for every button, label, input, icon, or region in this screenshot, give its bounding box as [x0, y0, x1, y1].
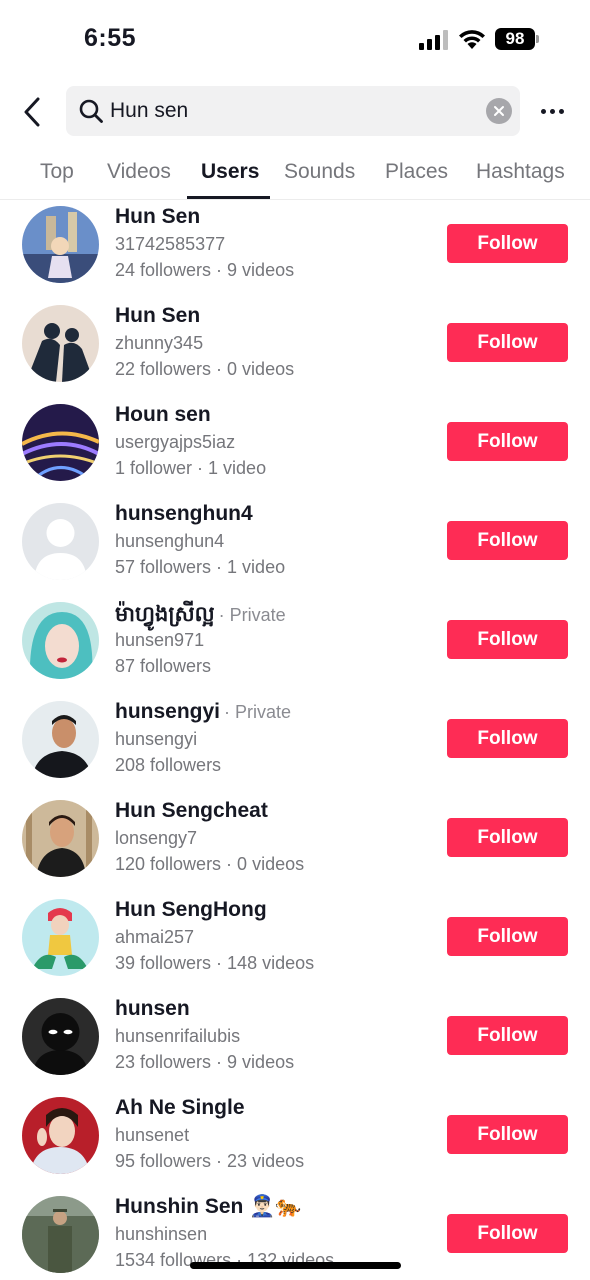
user-stats: 95 followers · 23 videos [115, 1151, 305, 1171]
user-handle: usergyajps5iaz [115, 432, 236, 452]
follow-button[interactable]: Follow [447, 620, 568, 659]
user-row[interactable]: Hun Sengcheat lonsengy7 120 followers · … [0, 794, 590, 893]
avatar[interactable] [22, 305, 99, 382]
battery-icon: 98 [495, 28, 539, 50]
user-handle: hunsen971 [115, 630, 205, 650]
follow-button[interactable]: Follow [447, 224, 568, 263]
user-stats: 24 followers · 9 videos [115, 260, 295, 280]
private-tag: · Private [218, 605, 286, 625]
user-display-name: Hun Sen [115, 304, 201, 327]
user-stats: 1 follower · 1 video [115, 458, 267, 478]
user-display-name: hunsen [115, 997, 190, 1020]
user-display-name: Hunshin Sen 👮🏻‍♂️🐅 [115, 1195, 302, 1218]
tab-top[interactable]: Top [40, 160, 74, 184]
user-handle: ahmai257 [115, 927, 195, 947]
avatar[interactable] [22, 998, 99, 1075]
tab-users[interactable]: Users [201, 160, 259, 184]
avatar[interactable] [22, 1196, 99, 1273]
user-stats: 23 followers · 9 videos [115, 1052, 295, 1072]
follow-button[interactable]: Follow [447, 1214, 568, 1253]
follow-button[interactable]: Follow [447, 323, 568, 362]
follow-button[interactable]: Follow [447, 818, 568, 857]
user-row[interactable]: Houn sen usergyajps5iaz 1 follower · 1 v… [0, 398, 590, 497]
avatar[interactable] [22, 602, 99, 679]
user-stats: 208 followers [115, 755, 222, 775]
user-handle: hunsengyi [115, 729, 198, 749]
tab-places[interactable]: Places [385, 160, 448, 184]
status-time: 6:55 [84, 24, 137, 52]
user-row[interactable]: Hun SengHong ahmai257 39 followers · 148… [0, 893, 590, 992]
more-icon [540, 108, 546, 114]
back-arrow-icon [24, 97, 40, 127]
user-handle: hunsenrifailubis [115, 1026, 241, 1046]
cellular-signal-icon [419, 30, 448, 50]
user-display-name: Hun SengHong [115, 898, 267, 921]
user-display-name: Hun Sen [115, 205, 201, 228]
user-handle: lonsengy7 [115, 828, 198, 848]
user-row[interactable]: Hun Sen zhunny345 22 followers · 0 video… [0, 299, 590, 398]
follow-button[interactable]: Follow [447, 422, 568, 461]
search-bar[interactable] [66, 86, 520, 136]
user-row[interactable]: hunsengyi · Private hunsengyi 208 followe… [0, 695, 590, 794]
avatar[interactable] [22, 1097, 99, 1174]
user-row[interactable]: Hun Sen 31742585377 24 followers · 9 vid… [0, 200, 590, 299]
battery-level: 98 [495, 28, 535, 50]
follow-button[interactable]: Follow [447, 1115, 568, 1154]
home-indicator [190, 1262, 401, 1269]
user-stats: 57 followers · 1 video [115, 557, 286, 577]
active-tab-indicator [187, 196, 270, 199]
user-display-name: hunsenghun4 [115, 502, 253, 525]
tab-hashtags[interactable]: Hashtags [476, 160, 565, 184]
follow-button[interactable]: Follow [447, 521, 568, 560]
search-icon [79, 99, 103, 123]
search-input[interactable] [110, 86, 480, 136]
user-handle: hunshinsen [115, 1224, 208, 1244]
user-stats: 39 followers · 148 videos [115, 953, 315, 973]
user-display-name: ម៉ាហ្វូងស្រីល្អ · Private [115, 603, 286, 626]
user-row[interactable]: hunsen hunsenrifailubis 23 followers · 9… [0, 992, 590, 1091]
private-tag: · Private [224, 702, 292, 722]
clear-icon [494, 106, 504, 116]
follow-button[interactable]: Follow [447, 917, 568, 956]
tab-videos[interactable]: Videos [107, 160, 171, 184]
avatar[interactable] [22, 503, 99, 580]
user-handle: hunsenghun4 [115, 531, 225, 551]
user-handle: hunsenet [115, 1125, 190, 1145]
user-row[interactable]: hunsenghun4 hunsenghun4 57 followers · 1… [0, 497, 590, 596]
avatar[interactable] [22, 899, 99, 976]
avatar[interactable] [22, 206, 99, 283]
avatar[interactable] [22, 404, 99, 481]
user-handle: 31742585377 [115, 234, 226, 254]
user-display-name: Ah Ne Single [115, 1096, 245, 1119]
status-bar: 6:55 98 [0, 0, 590, 80]
avatar[interactable] [22, 800, 99, 877]
user-stats: 87 followers [115, 656, 212, 676]
back-button[interactable] [14, 92, 50, 132]
follow-button[interactable]: Follow [447, 719, 568, 758]
user-display-name: hunsengyi · Private [115, 700, 292, 723]
more-options-button[interactable] [534, 96, 570, 126]
follow-button[interactable]: Follow [447, 1016, 568, 1055]
user-display-name: Houn sen [115, 403, 211, 426]
wifi-icon [459, 30, 485, 49]
user-stats: 120 followers · 0 videos [115, 854, 305, 874]
search-tabs: Top Videos Users Sounds Places Hashtags [0, 148, 590, 200]
user-row[interactable]: Ah Ne Single hunsenet 95 followers · 23 … [0, 1091, 590, 1190]
user-stats: 22 followers · 0 videos [115, 359, 295, 379]
user-display-name: Hun Sengcheat [115, 799, 268, 822]
user-row[interactable]: ម៉ាហ្វូងស្រីល្អ · Private hunsen971 87 fo… [0, 596, 590, 695]
avatar[interactable] [22, 701, 99, 778]
tab-sounds[interactable]: Sounds [284, 160, 355, 184]
user-handle: zhunny345 [115, 333, 204, 353]
clear-search-button[interactable] [486, 98, 512, 124]
